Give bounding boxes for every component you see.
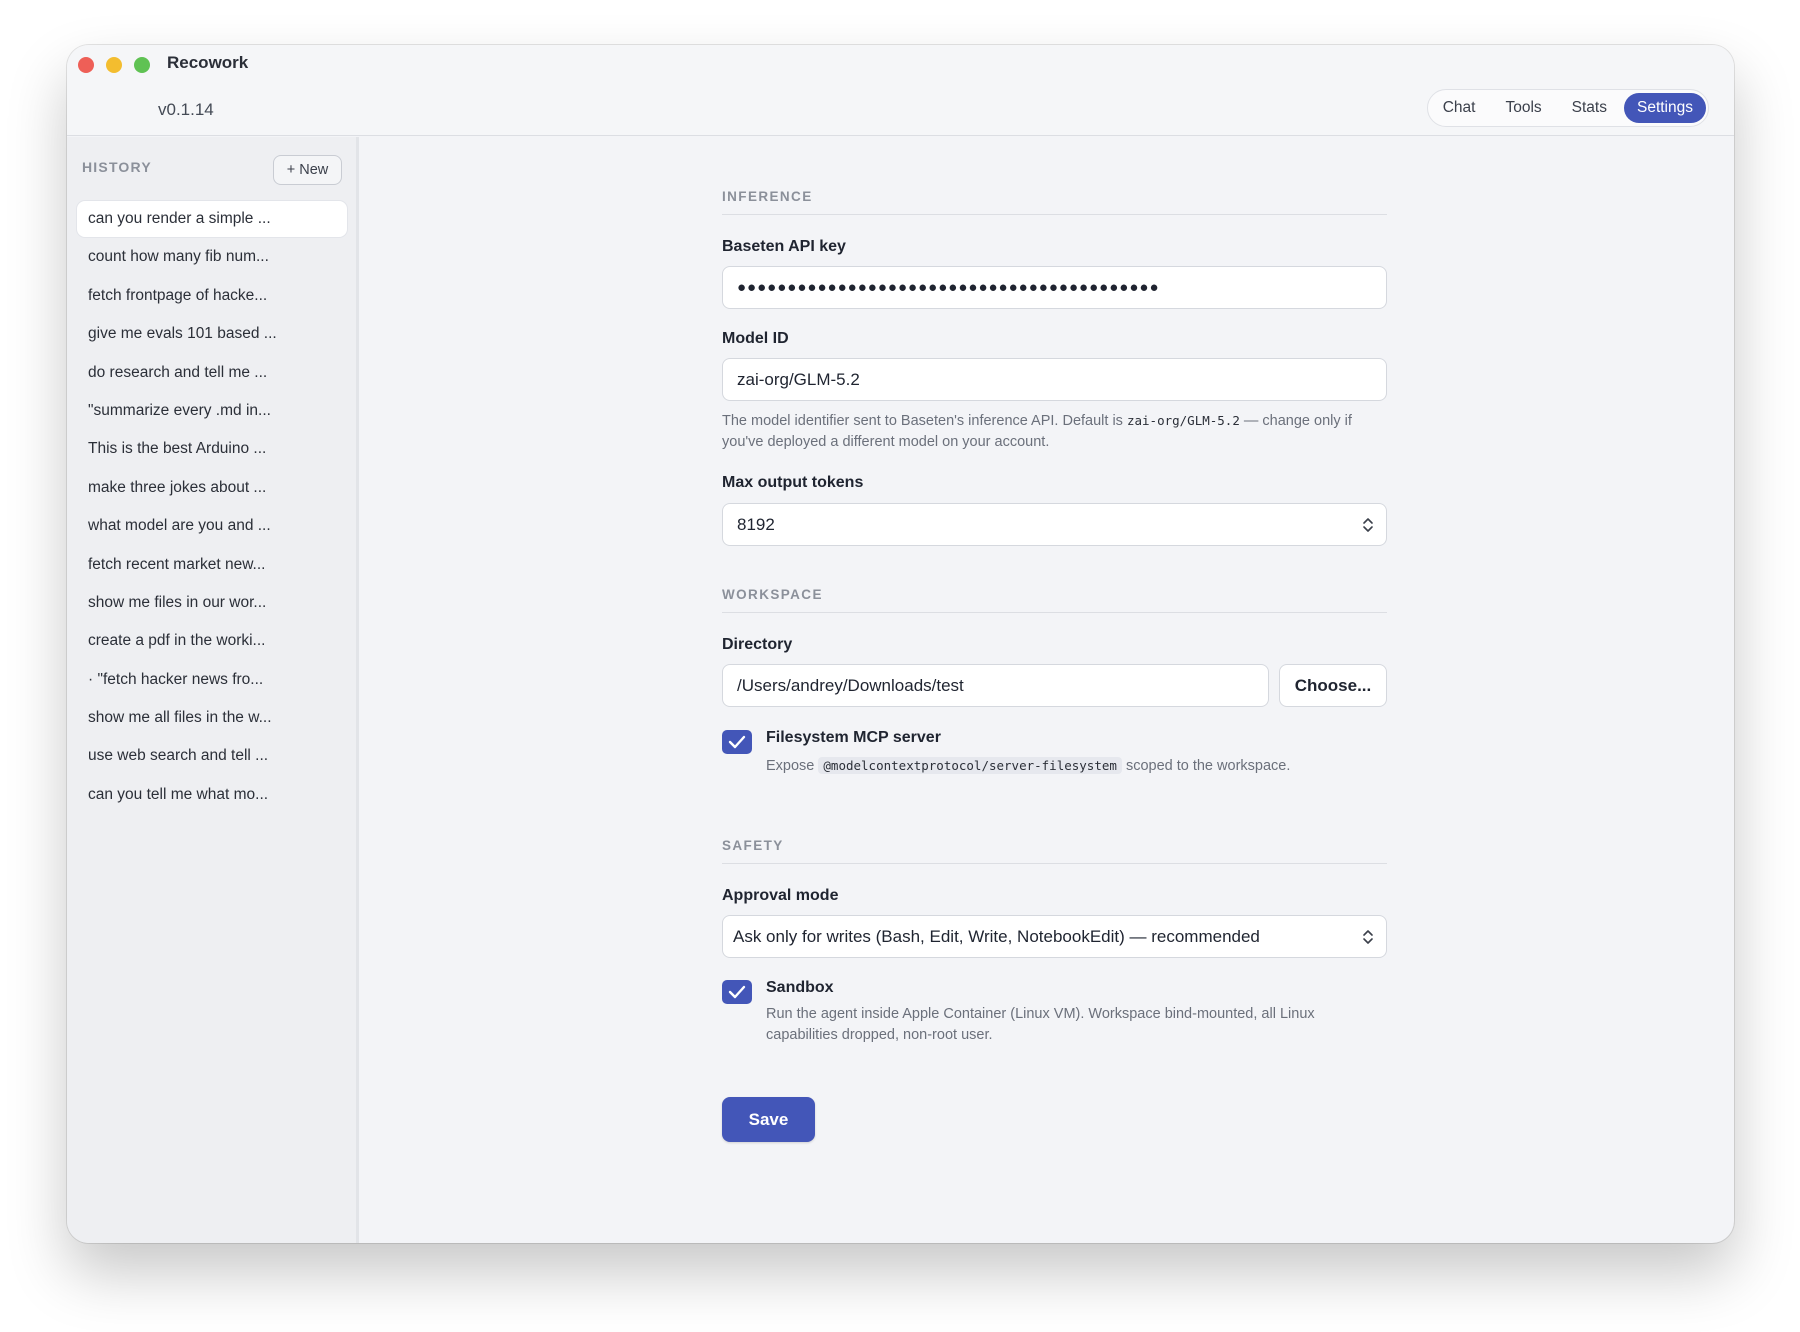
history-item[interactable]: give me evals 101 based ... [77, 316, 347, 352]
api-key-label: Baseten API key [722, 238, 846, 255]
fs-mcp-desc-suffix: scoped to the workspace. [1125, 758, 1291, 774]
filesystem-mcp-label: Filesystem MCP server [766, 729, 941, 746]
history-item[interactable]: count how many fib num... [77, 239, 347, 275]
filesystem-mcp-description: Expose @modelcontextprotocol/server-file… [766, 755, 1366, 777]
traffic-lights [78, 57, 150, 73]
app-title: Recowork [167, 53, 249, 72]
model-id-input[interactable]: zai-org/GLM-5.2 [722, 358, 1387, 401]
minimize-window-button[interactable] [106, 57, 122, 73]
history-item[interactable]: · "fetch hacker news fro... [77, 662, 347, 698]
directory-label: Directory [722, 636, 793, 653]
model-help-code: zai-org/GLM-5.2 [1126, 413, 1240, 428]
fs-mcp-desc-code: @modelcontextprotocol/server-filesystem [818, 757, 1122, 774]
directory-input[interactable]: /Users/andrey/Downloads/test [722, 664, 1269, 707]
sandbox-checkbox[interactable] [722, 980, 752, 1004]
app-version: v0.1.14 [158, 100, 214, 119]
history-item[interactable]: "summarize every .md in... [77, 393, 347, 429]
select-arrows-icon [1363, 930, 1373, 944]
max-tokens-value: 8192 [737, 514, 775, 534]
model-help-prefix: The model identifier sent to Baseten's i… [722, 413, 1123, 429]
tab-chat[interactable]: Chat [1430, 93, 1489, 123]
stepper-arrows-icon[interactable] [1362, 515, 1374, 535]
zoom-window-button[interactable] [134, 57, 150, 73]
history-item[interactable]: can you render a simple ... [77, 201, 347, 237]
history-item[interactable]: show me all files in the w... [77, 700, 347, 736]
api-key-input[interactable]: ●●●●●●●●●●●●●●●●●●●●●●●●●●●●●●●●●●●●●●●●… [722, 266, 1387, 309]
approval-mode-value: Ask only for writes (Bash, Edit, Write, … [733, 926, 1260, 946]
history-item[interactable]: do research and tell me ... [77, 355, 347, 391]
history-list: can you render a simple ... count how ma… [77, 201, 347, 815]
history-item[interactable]: make three jokes about ... [77, 470, 347, 506]
history-item[interactable]: create a pdf in the worki... [77, 623, 347, 659]
history-item[interactable]: show me files in our wor... [77, 585, 347, 621]
save-button[interactable]: Save [722, 1097, 815, 1142]
section-inference-title: INFERENCE [722, 189, 1387, 215]
model-id-label: Model ID [722, 330, 789, 347]
filesystem-mcp-checkbox[interactable] [722, 730, 752, 754]
history-item[interactable]: This is the best Arduino ... [77, 431, 347, 467]
tab-settings[interactable]: Settings [1623, 93, 1706, 123]
history-sidebar: HISTORY + New can you render a simple ..… [67, 137, 359, 1243]
new-chat-button[interactable]: + New [273, 155, 342, 185]
history-item[interactable]: fetch frontpage of hacke... [77, 278, 347, 314]
sandbox-label: Sandbox [766, 979, 834, 996]
approval-mode-label: Approval mode [722, 887, 839, 904]
close-window-button[interactable] [78, 57, 94, 73]
history-item[interactable]: can you tell me what mo... [77, 777, 347, 813]
sandbox-description: Run the agent inside Apple Container (Li… [766, 1006, 1315, 1043]
checkmark-icon [728, 985, 746, 999]
history-heading: HISTORY [82, 159, 152, 175]
tab-tools[interactable]: Tools [1492, 93, 1554, 123]
history-item[interactable]: what model are you and ... [77, 508, 347, 544]
tab-stats[interactable]: Stats [1559, 93, 1620, 123]
checkmark-icon [728, 735, 746, 749]
section-safety-title: SAFETY [722, 838, 1387, 864]
fs-mcp-desc-prefix: Expose [766, 758, 815, 774]
max-tokens-label: Max output tokens [722, 474, 864, 491]
choose-directory-button[interactable]: Choose... [1279, 664, 1387, 707]
titlebar: Recowork v0.1.14 Chat Tools Stats Settin… [67, 45, 1734, 136]
main-tabs: Chat Tools Stats Settings [1426, 89, 1709, 127]
model-id-help: The model identifier sent to Baseten's i… [722, 410, 1387, 453]
settings-panel: INFERENCE Baseten API key ●●●●●●●●●●●●●●… [362, 137, 1734, 1243]
max-tokens-stepper[interactable]: 8192 [722, 503, 1387, 546]
history-item[interactable]: use web search and tell ... [77, 738, 347, 774]
history-item[interactable]: fetch recent market new... [77, 547, 347, 583]
section-workspace-title: WORKSPACE [722, 587, 1387, 613]
approval-mode-select[interactable]: Ask only for writes (Bash, Edit, Write, … [722, 915, 1387, 958]
app-window: Recowork v0.1.14 Chat Tools Stats Settin… [67, 45, 1734, 1243]
